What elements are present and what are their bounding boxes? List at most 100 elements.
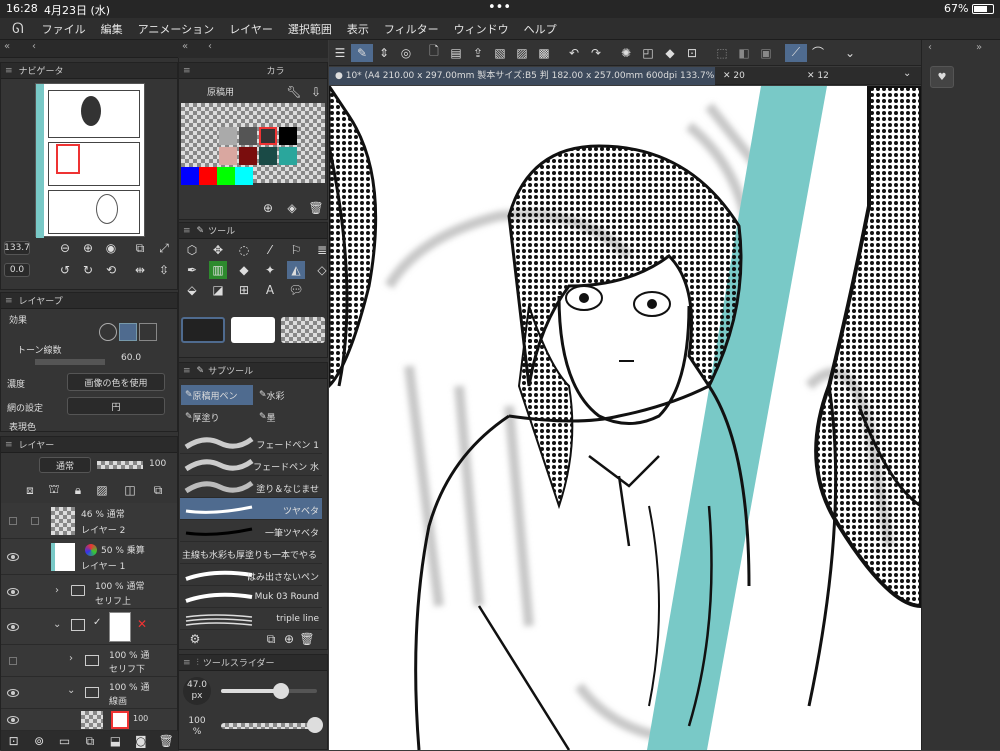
chevron-down-icon[interactable]: ⌄	[903, 68, 911, 79]
copy-layer-icon[interactable]: ⧉	[81, 732, 99, 750]
blend-mode-select[interactable]: 通常	[39, 457, 91, 473]
clip-icon[interactable]: ⧈	[21, 481, 39, 499]
tone-effect-active-icon[interactable]	[119, 323, 137, 341]
brush-row-selected[interactable]: ツヤベタ	[180, 498, 322, 520]
actual-size-icon[interactable]: ⧉	[131, 239, 149, 257]
menu-selection[interactable]: 選択範囲	[288, 21, 332, 37]
menu-layer[interactable]: レイヤー	[229, 21, 273, 37]
rotate-right-icon[interactable]: ↻	[79, 261, 97, 279]
color-swatch[interactable]	[235, 167, 253, 185]
chevron-down-icon[interactable]: ⌄	[53, 619, 61, 630]
menu-file[interactable]: ファイル	[42, 21, 86, 37]
panel-menu-icon[interactable]: ≡	[5, 66, 13, 76]
fill-icon[interactable]: ◆	[659, 44, 681, 62]
subtool-settings-icon[interactable]: ⚙	[186, 630, 204, 648]
erase-icon[interactable]: ◰	[637, 44, 659, 62]
layer-row[interactable]: 100	[1, 709, 177, 731]
transparency-lock-icon[interactable]: ▨	[93, 481, 111, 499]
color-swatch[interactable]	[199, 167, 217, 185]
new-raster-layer-icon[interactable]: ⊡	[5, 732, 23, 750]
flip-horizontal-icon[interactable]: ⇹	[131, 261, 149, 279]
color-swatch[interactable]	[239, 127, 257, 145]
eye-icon[interactable]	[7, 588, 19, 596]
brush-row[interactable]: 塗り＆なじませ	[180, 476, 322, 498]
menu-filter[interactable]: フィルター	[384, 21, 439, 37]
transparent-color-chip[interactable]	[281, 317, 325, 343]
gradient-fill-icon[interactable]: ◪	[209, 281, 227, 299]
save-icon[interactable]: ⇪	[467, 44, 489, 62]
angle-value[interactable]: 0.0	[4, 263, 30, 277]
text-tool-icon[interactable]: A	[261, 281, 279, 299]
new-vector-layer-icon[interactable]: ⊚	[30, 732, 48, 750]
color-set-name[interactable]: 原稿用	[207, 85, 234, 98]
eye-icon[interactable]	[7, 689, 19, 697]
delete-subtool-icon[interactable]: 🗑︎	[298, 630, 316, 648]
app-logo-icon[interactable]: ᘏ	[12, 21, 24, 37]
menu-animation[interactable]: アニメーション	[138, 21, 215, 37]
layer-row[interactable]: 50 % 乗算 レイヤー 1	[1, 539, 177, 575]
slider-knob[interactable]	[272, 683, 289, 699]
tone-effect-icon[interactable]	[99, 323, 117, 341]
zoom-out-icon[interactable]: ⊖	[56, 239, 74, 257]
layer-name[interactable]: 線画	[109, 694, 127, 707]
color-swatch[interactable]	[217, 167, 235, 185]
dot-setting-select[interactable]: 円	[67, 397, 165, 415]
brush-snap-icon[interactable]: ⌒	[807, 44, 829, 62]
collapse-icon[interactable]: «	[4, 41, 10, 52]
decoration-tool-icon[interactable]: ✦	[261, 261, 279, 279]
expand-icon[interactable]: ⇕	[373, 44, 395, 62]
tone-lines-slider[interactable]	[35, 359, 105, 365]
flip-vertical-icon[interactable]: ⇳	[155, 261, 173, 279]
pencil-tool-icon[interactable]: ▥	[209, 261, 227, 279]
export-psd-icon[interactable]: ▩	[533, 44, 555, 62]
fit-window-icon[interactable]: ⤢	[155, 239, 173, 257]
color-swatch[interactable]	[279, 147, 297, 165]
chevron-right-icon[interactable]: ›	[55, 585, 59, 596]
new-file-icon[interactable]: 🗋︎	[423, 44, 445, 62]
main-color-chip[interactable]	[181, 317, 225, 343]
eye-icon[interactable]	[7, 553, 19, 561]
object-tool-icon[interactable]: ⬡	[183, 241, 201, 259]
opacity-slider[interactable]	[221, 717, 324, 733]
eraser-tool-icon[interactable]: ◆	[235, 261, 253, 279]
add-color-icon[interactable]: ⊕	[259, 199, 277, 217]
wrench-icon[interactable]: 🔧︎	[285, 83, 303, 101]
layer-name[interactable]: セリフ下	[109, 662, 145, 675]
new-folder-icon[interactable]: ▭	[56, 732, 74, 750]
color-swatch[interactable]	[181, 167, 199, 185]
subtool-group-tab[interactable]: ✎ 原稿用ペン	[181, 385, 253, 405]
reference-icon[interactable]: ⛫	[45, 481, 63, 499]
mask-disabled-icon[interactable]: ✕	[137, 617, 147, 631]
panel-menu-icon[interactable]: ≡	[183, 658, 191, 668]
panel-menu-icon[interactable]: ≡	[183, 366, 191, 376]
bucket-tool-icon[interactable]: ⬙	[183, 281, 201, 299]
invert-selection-icon[interactable]: ◧	[733, 44, 755, 62]
collapse-icon[interactable]: «	[182, 41, 188, 52]
zoom-in-icon[interactable]: ⊕	[79, 239, 97, 257]
slider-knob[interactable]	[307, 717, 324, 733]
brush-size-slider[interactable]	[221, 683, 317, 699]
chevron-left-icon[interactable]: ‹	[928, 42, 932, 53]
add-subtool-icon[interactable]: ⊕	[280, 630, 298, 648]
navigator-preview[interactable]	[35, 83, 145, 238]
layer-opacity-slider[interactable]	[97, 461, 143, 469]
fit-icon[interactable]: ◉	[102, 239, 120, 257]
panel-menu-icon[interactable]: ≡	[5, 440, 13, 450]
layer-name[interactable]: セリフ上	[95, 594, 131, 607]
sub-color-chip[interactable]	[231, 317, 275, 343]
brush-row[interactable]: はみ出さないペン	[180, 564, 322, 586]
layer-opacity-value[interactable]: 100	[149, 459, 166, 469]
layer-folder-row[interactable]: › 100 % 通 セリフ下	[1, 645, 177, 677]
expand-icon[interactable]: »	[976, 42, 982, 53]
settings-icon[interactable]: ◎	[395, 44, 417, 62]
eye-icon[interactable]	[7, 716, 19, 724]
panel-menu-icon[interactable]: ≡	[183, 226, 191, 236]
delete-layer-icon[interactable]: 🗑︎	[157, 732, 175, 750]
menu-edit[interactable]: 編集	[101, 21, 123, 37]
canvas-tab[interactable]: ✕ 12	[799, 67, 883, 85]
layer-folder-row[interactable]: › 100 % 通常 セリフ上	[1, 575, 177, 609]
loading-icon[interactable]: ✺	[615, 44, 637, 62]
merge-down-icon[interactable]: ⬓	[106, 732, 124, 750]
subtool-group-tab[interactable]: ✎ 墨	[255, 407, 327, 427]
delete-color-icon[interactable]: 🗑︎	[307, 199, 325, 217]
